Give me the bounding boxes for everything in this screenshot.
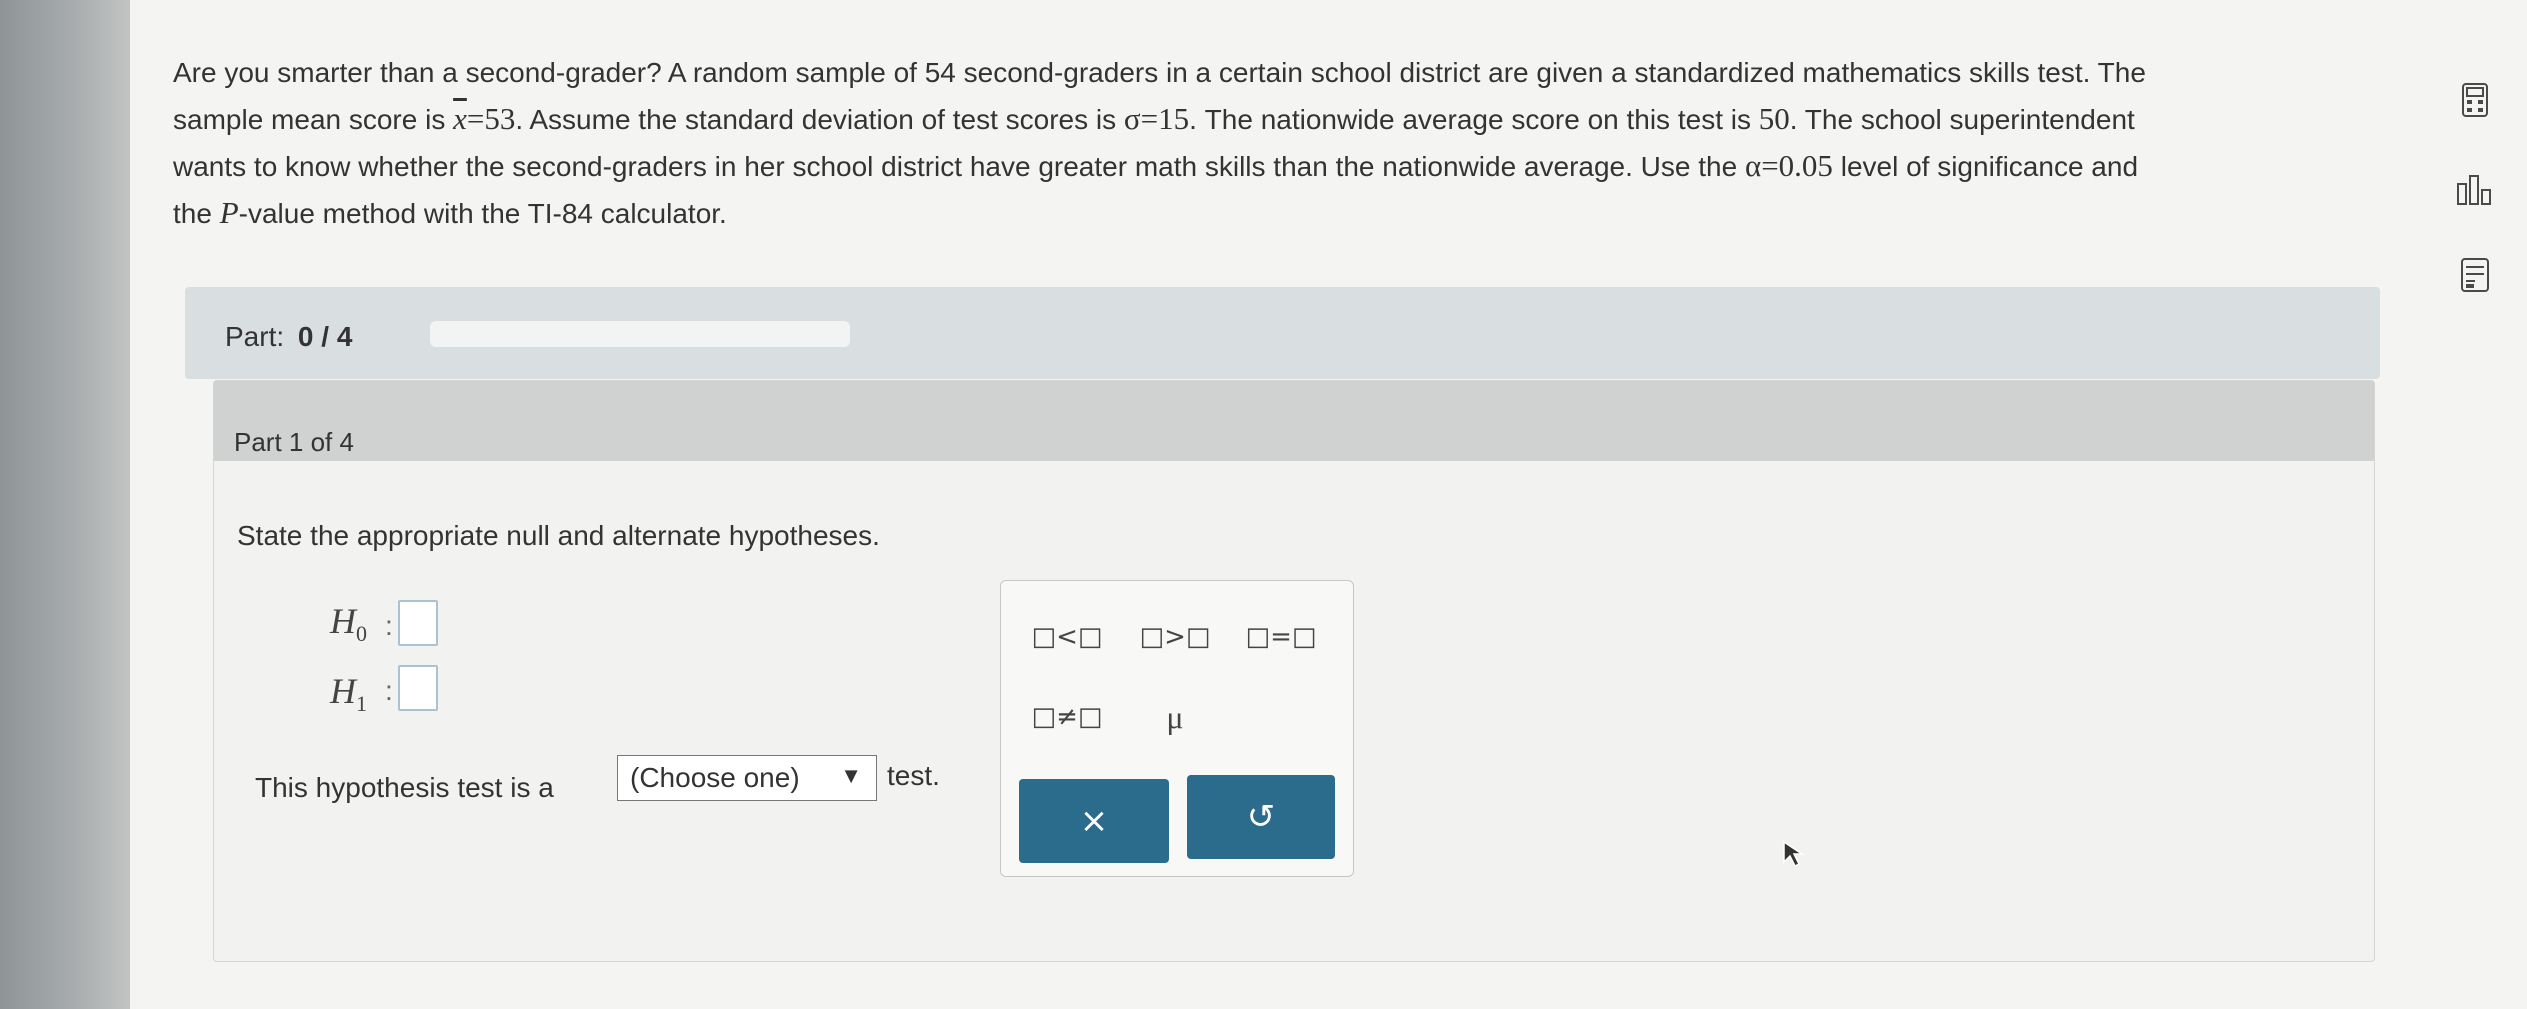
sample-mean-value: =53 <box>466 101 516 136</box>
p-symbol: P <box>219 195 239 230</box>
problem-statement: Are you smarter than a second-grader? A … <box>173 50 2383 237</box>
instruction-text: State the appropriate null and alternate… <box>237 520 880 551</box>
undo-button[interactable]: ↺ <box>1187 775 1335 859</box>
clear-button[interactable]: × <box>1019 779 1169 863</box>
colon: : <box>385 675 393 706</box>
problem-text: level of significance and <box>1832 151 2139 182</box>
null-hypothesis-input[interactable] <box>398 600 438 646</box>
problem-text: wants to know whether the second-graders… <box>173 151 1745 182</box>
screen-bezel <box>0 0 130 1009</box>
part-label-text: Part: <box>225 321 285 352</box>
part-progress-label: Part: 0 / 4 <box>225 321 352 353</box>
not-equal-key[interactable]: □≠□ <box>1021 681 1113 753</box>
h-subscript: 0 <box>356 621 367 647</box>
test-type-select[interactable]: (Choose one) ▼ <box>617 755 877 801</box>
alpha-value: α=0.05 <box>1744 148 1833 183</box>
less-than-key[interactable]: □<□ <box>1021 601 1113 673</box>
colon: : <box>385 610 393 641</box>
part-progress-count: 0 / 4 <box>297 321 353 352</box>
problem-text: the <box>173 198 220 229</box>
greater-than-key[interactable]: □>□ <box>1129 601 1221 673</box>
sample-mean-symbol: x <box>453 101 467 136</box>
problem-line-1: Are you smarter than a second-grader? A … <box>173 57 2146 88</box>
h-letter: H <box>330 671 356 711</box>
part-header-label: Part 1 of 4 <box>234 427 354 457</box>
mu-key[interactable]: μ <box>1129 681 1221 753</box>
test-type-prefix: This hypothesis test is a <box>255 772 554 803</box>
null-hypothesis-label: H0 <box>330 600 367 647</box>
calculator-icon[interactable] <box>2455 80 2495 120</box>
bar-chart-icon[interactable] <box>2455 170 2495 210</box>
sigma-value: σ=15 <box>1123 101 1190 136</box>
alt-hypothesis-label: H1 <box>330 670 367 717</box>
problem-text: sample mean score is <box>173 104 454 135</box>
alt-hypothesis-input[interactable] <box>398 665 438 711</box>
problem-text: -value method with the TI-84 calculator. <box>238 198 727 229</box>
progress-track <box>430 321 850 347</box>
part-progress-bar: Part: 0 / 4 <box>185 287 2380 379</box>
equals-key[interactable]: □=□ <box>1235 601 1327 673</box>
h-letter: H <box>330 601 356 641</box>
part-header: Part 1 of 4 <box>214 381 2374 461</box>
test-type-suffix: test. <box>887 760 940 791</box>
symbol-palette: □<□ □>□ □=□ □≠□ μ × ↺ <box>1000 580 1354 877</box>
mouse-pointer-icon <box>1782 840 1806 873</box>
problem-text: . The school superintendent <box>1789 104 2135 135</box>
problem-text: . The nationwide average score on this t… <box>1189 104 1759 135</box>
nationwide-average: 50 <box>1758 101 1790 136</box>
problem-text: . Assume the standard deviation of test … <box>515 104 1124 135</box>
h-subscript: 1 <box>356 691 367 717</box>
dropdown-arrow-icon: ▼ <box>840 763 862 788</box>
data-table-icon[interactable] <box>2455 255 2495 295</box>
test-type-selected-value: (Choose one) <box>630 762 800 793</box>
